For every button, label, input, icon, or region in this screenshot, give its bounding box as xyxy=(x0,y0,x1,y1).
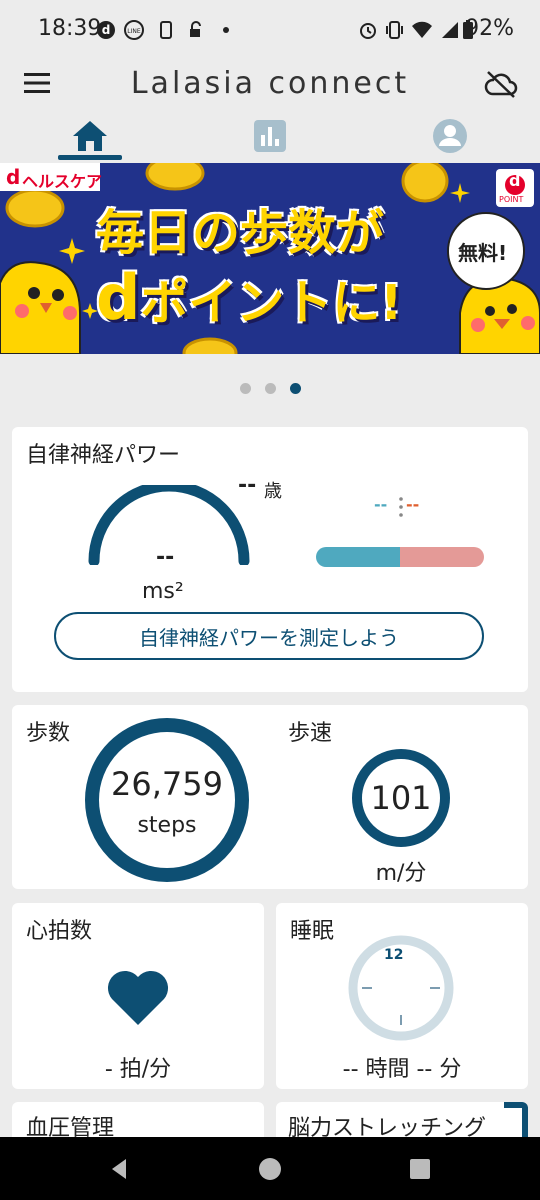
vibrate-icon xyxy=(386,21,403,39)
balance-bar xyxy=(316,547,484,567)
bar-chart-icon xyxy=(254,120,286,152)
banner-brand: ヘルスケア xyxy=(22,172,103,191)
cloud-off-icon[interactable] xyxy=(484,70,518,98)
steps-speed-card[interactable]: 歩数 26,759 steps 歩速 101 m/分 xyxy=(12,705,528,889)
banner-brand-d: d xyxy=(6,165,21,189)
carousel-indicator xyxy=(233,379,308,398)
wifi-icon xyxy=(412,21,432,38)
speed-title: 歩速 xyxy=(288,721,333,746)
heart-rate-card[interactable]: 心拍数 - 拍/分 xyxy=(12,903,264,1089)
balance-right-value: -- xyxy=(406,495,420,514)
banner-line2-text: ポイントに! xyxy=(140,275,403,331)
balance-bar-left xyxy=(316,547,400,567)
blood-pressure-card[interactable]: 血圧管理 xyxy=(12,1102,264,1141)
corner-ribbon-icon xyxy=(504,1102,528,1138)
line-icon: LINE xyxy=(124,20,144,40)
system-nav-bar xyxy=(0,1137,540,1200)
dpoint-logo-text: POINT xyxy=(499,195,524,204)
tab-bar xyxy=(0,110,540,162)
balance-bar-right xyxy=(400,547,484,567)
sleep-title: 睡眠 xyxy=(290,919,335,944)
tab-graph[interactable] xyxy=(180,110,360,162)
banner-line1: 毎日の歩数が xyxy=(96,205,385,261)
banner-badge: 無料! xyxy=(458,241,508,265)
steps-value: 26,759 xyxy=(111,765,223,803)
battery-percent: 92% xyxy=(465,16,514,41)
brain-stretch-card[interactable]: 脳力ストレッチング xyxy=(276,1102,528,1138)
sleep-card[interactable]: 睡眠 12 -- 時間 -- 分 xyxy=(276,903,528,1089)
back-icon[interactable] xyxy=(108,1157,132,1181)
recents-icon[interactable] xyxy=(410,1159,430,1179)
autonomic-title: 自律神経パワー xyxy=(26,443,181,468)
active-tab-indicator xyxy=(58,155,122,160)
promo-banner[interactable]: d ヘルスケア d POINT 毎日の歩数が dポイントに! 無料! xyxy=(0,163,540,354)
carousel-dot-active[interactable] xyxy=(290,383,301,394)
svg-text:LINE: LINE xyxy=(127,28,141,35)
vpn-key-icon xyxy=(190,21,201,37)
dot-icon xyxy=(223,27,229,33)
tab-account[interactable] xyxy=(360,110,540,162)
heart-icon xyxy=(107,970,169,1025)
age-value: -- xyxy=(238,473,257,498)
signal-icon xyxy=(442,22,458,38)
svg-text:d: d xyxy=(102,23,111,37)
app-title: Lalasia connect xyxy=(130,66,410,101)
status-bar: 18:39 d LINE 92% xyxy=(0,0,540,60)
steps-unit: steps xyxy=(137,813,197,838)
account-icon xyxy=(433,119,467,153)
speed-unit: m/分 xyxy=(375,861,427,886)
app-bar: Lalasia connect xyxy=(0,60,540,110)
measure-autonomic-button[interactable]: 自律神経パワーを測定しよう xyxy=(54,612,484,660)
sleep-value: -- 時間 -- 分 xyxy=(342,1057,462,1082)
carousel-dot[interactable] xyxy=(240,383,251,394)
brain-title: 脳力ストレッチング xyxy=(288,1116,487,1138)
age-unit: 歳 xyxy=(264,481,282,502)
alarm-icon xyxy=(360,23,376,39)
home-icon xyxy=(73,121,107,151)
banner-line2: dポイントに! xyxy=(96,261,516,334)
d-icon: d xyxy=(97,21,115,39)
banner-line2-d: d xyxy=(96,261,141,334)
steps-title: 歩数 xyxy=(26,721,71,746)
balance-separator xyxy=(399,497,403,517)
heart-title: 心拍数 xyxy=(26,919,93,944)
power-value: -- xyxy=(156,545,175,570)
heart-value: - 拍/分 xyxy=(104,1057,172,1082)
status-time: 18:39 xyxy=(38,16,102,41)
dpoint-logo-d: d xyxy=(509,171,521,190)
clock-label: 12 xyxy=(384,947,404,963)
power-unit: ms² xyxy=(142,579,184,604)
speed-value: 101 xyxy=(370,779,432,817)
sim-icon xyxy=(160,21,172,39)
balance-left-value: -- xyxy=(374,495,388,514)
carousel-dot[interactable] xyxy=(265,383,276,394)
home-nav-icon[interactable] xyxy=(258,1157,282,1181)
